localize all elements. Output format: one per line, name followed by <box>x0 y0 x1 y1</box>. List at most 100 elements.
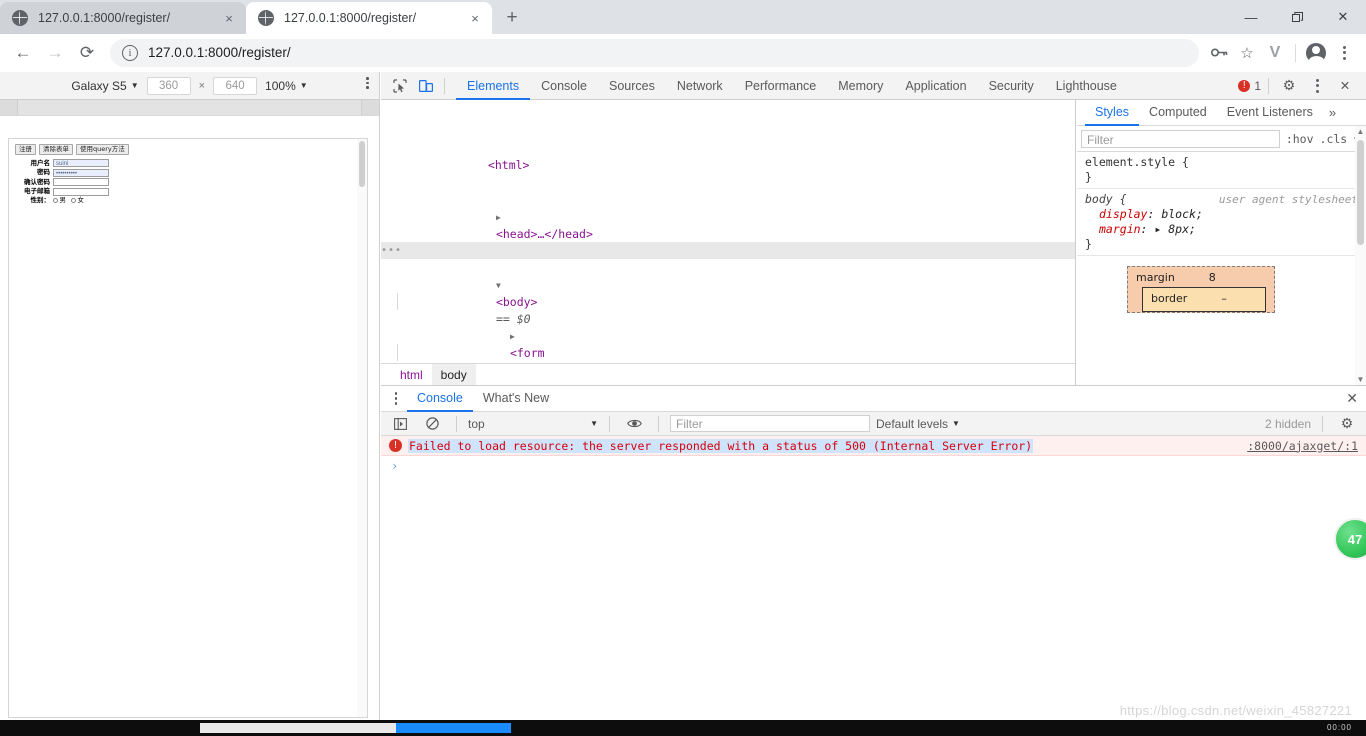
device-height-input[interactable]: 640 <box>213 76 258 95</box>
box-model-border-value[interactable]: – <box>1221 292 1227 305</box>
styles-scrollbar[interactable]: ▲ ▼ <box>1355 126 1366 385</box>
extension-v-icon[interactable]: V <box>1261 39 1289 67</box>
taskbar-segment-active <box>396 723 511 733</box>
gender-radio-group: 男 女 <box>53 196 84 204</box>
drawer-more-icon[interactable] <box>385 391 407 406</box>
viewport-scrollbar[interactable] <box>357 139 367 717</box>
tab-sources[interactable]: Sources <box>598 72 666 100</box>
browser-tab-1[interactable]: 127.0.0.1:8000/register/ × <box>0 2 246 34</box>
expand-arrow-icon[interactable]: ▶ <box>510 332 515 341</box>
tab-event-listeners[interactable]: Event Listeners <box>1217 100 1323 126</box>
force-state-button[interactable]: :hov <box>1286 132 1314 146</box>
tab-elements[interactable]: Elements <box>456 72 531 100</box>
box-model-margin[interactable]: margin 8 border – <box>1127 266 1275 313</box>
collapse-arrow-icon[interactable]: ▼ <box>496 281 501 290</box>
site-info-icon[interactable]: i <box>122 44 138 61</box>
dom-line-body-close[interactable]: </body> <box>381 344 1075 385</box>
console-sidebar-icon[interactable] <box>387 412 413 436</box>
live-expression-eye-icon[interactable] <box>621 412 647 436</box>
register-button[interactable]: 注册 <box>15 144 36 156</box>
password-input[interactable]: •••••••••• <box>53 168 109 177</box>
gender-option-female[interactable]: 女 <box>71 196 84 204</box>
bookmark-star-icon[interactable]: ☆ <box>1233 39 1261 67</box>
console-context-selector[interactable]: top ▼ <box>468 417 598 431</box>
console-message-error[interactable]: ! Failed to load resource: the server re… <box>381 436 1366 456</box>
ruler-middle[interactable] <box>18 100 361 115</box>
tab-computed[interactable]: Computed <box>1139 100 1217 126</box>
style-declaration-display[interactable]: display: block; <box>1085 207 1358 222</box>
new-tab-button[interactable]: + <box>498 4 526 32</box>
close-window-icon[interactable]: ✕ <box>1320 0 1366 34</box>
console-log-levels-selector[interactable]: Default levels ▼ <box>876 417 960 431</box>
drawer-tab-console[interactable]: Console <box>407 386 473 412</box>
back-icon[interactable]: ← <box>8 38 38 68</box>
scroll-up-icon[interactable]: ▲ <box>1355 126 1366 137</box>
tree-guide <box>397 344 398 361</box>
close-icon[interactable]: × <box>466 9 484 27</box>
browser-tab-2-title: 127.0.0.1:8000/register/ <box>284 11 417 25</box>
tab-styles[interactable]: Styles <box>1085 100 1140 126</box>
box-model-border[interactable]: border – <box>1142 287 1266 312</box>
breadcrumb-html[interactable]: html <box>391 364 432 386</box>
hidden-elements-dots[interactable]: ••• <box>381 242 402 259</box>
more-tabs-icon[interactable]: » <box>1329 105 1336 120</box>
dom-line-html-open[interactable]: <html> <box>381 140 1075 172</box>
style-rule-body[interactable]: body { user agent stylesheet display: bl… <box>1077 189 1366 256</box>
gender-option-male[interactable]: 男 <box>53 196 66 204</box>
console-prompt[interactable]: › <box>381 456 1366 476</box>
tab-console[interactable]: Console <box>530 72 598 100</box>
email-input[interactable] <box>53 187 109 196</box>
dom-line-head[interactable]: ▶ <head>…</head> <box>381 191 1075 241</box>
tab-lighthouse[interactable]: Lighthouse <box>1045 72 1128 100</box>
drawer-tab-whats-new[interactable]: What's New <box>473 386 559 412</box>
console-filter-input[interactable]: Filter <box>670 415 870 432</box>
browser-tab-2[interactable]: 127.0.0.1:8000/register/ × <box>246 2 492 34</box>
reload-icon[interactable]: ⟳ <box>72 38 102 68</box>
scroll-down-icon[interactable]: ▼ <box>1355 374 1366 385</box>
console-message-source-link[interactable]: :8000/ajaxget/:1 <box>1247 439 1358 453</box>
confirm-password-input[interactable] <box>53 178 109 187</box>
tab-memory[interactable]: Memory <box>827 72 894 100</box>
devtools-more-icon[interactable] <box>1304 74 1330 98</box>
element-classes-button[interactable]: .cls <box>1320 132 1348 146</box>
scrollbar-thumb[interactable] <box>359 141 365 187</box>
devtools-close-icon[interactable]: ✕ <box>1332 74 1358 98</box>
password-key-icon[interactable] <box>1205 39 1233 67</box>
device-toolbar-icon[interactable] <box>413 74 439 98</box>
drawer-close-icon[interactable]: ✕ <box>1346 390 1358 407</box>
error-count-badge[interactable]: ! 1 <box>1238 79 1261 93</box>
minimize-icon[interactable]: — <box>1228 0 1274 34</box>
device-more-options-icon[interactable] <box>366 77 369 89</box>
clear-console-icon[interactable] <box>419 412 445 436</box>
device-selector[interactable]: Galaxy S5 ▼ <box>71 79 138 93</box>
username-input[interactable]: suini <box>53 159 109 168</box>
profile-avatar[interactable] <box>1302 39 1330 67</box>
tab-security[interactable]: Security <box>978 72 1045 100</box>
tab-application[interactable]: Application <box>894 72 977 100</box>
clear-form-button[interactable]: 清除表单 <box>39 144 73 156</box>
device-zoom-selector[interactable]: 100% ▼ <box>265 79 308 93</box>
style-rule-close: } <box>1085 170 1092 184</box>
style-rule-element-style[interactable]: element.style { } <box>1077 152 1366 189</box>
address-bar[interactable]: i 127.0.0.1:8000/register/ <box>110 38 1199 67</box>
emulated-viewport[interactable]: 注册 清除表单 使用query方法 用户名 suini 密码 •••••••••… <box>8 138 368 718</box>
device-width-input[interactable]: 360 <box>146 76 191 95</box>
maximize-icon[interactable] <box>1274 0 1320 34</box>
tab-network[interactable]: Network <box>666 72 734 100</box>
settings-gear-icon[interactable]: ⚙ <box>1276 74 1302 98</box>
chrome-menu-icon[interactable] <box>1330 39 1358 67</box>
dom-line-form[interactable]: ▶ <form name="myform" action="." method=… <box>381 293 1075 385</box>
box-model-margin-value[interactable]: 8 <box>1209 271 1216 284</box>
styles-filter-input[interactable]: Filter <box>1081 129 1280 148</box>
tab-performance[interactable]: Performance <box>734 72 828 100</box>
inspect-icon[interactable] <box>387 74 413 98</box>
console-settings-gear-icon[interactable]: ⚙ <box>1334 412 1360 436</box>
dom-line-body[interactable]: ••• ▼ <body> == $0 <box>381 242 1075 326</box>
close-icon[interactable]: × <box>220 9 238 27</box>
forward-icon[interactable]: → <box>40 38 70 68</box>
expand-arrow-icon[interactable]: ▶ <box>496 213 501 222</box>
scrollbar-thumb[interactable] <box>1357 140 1364 245</box>
style-declaration-margin[interactable]: margin: ▸ 8px; <box>1085 222 1358 237</box>
breadcrumb-body[interactable]: body <box>431 363 476 385</box>
use-query-method-button[interactable]: 使用query方法 <box>76 144 129 156</box>
